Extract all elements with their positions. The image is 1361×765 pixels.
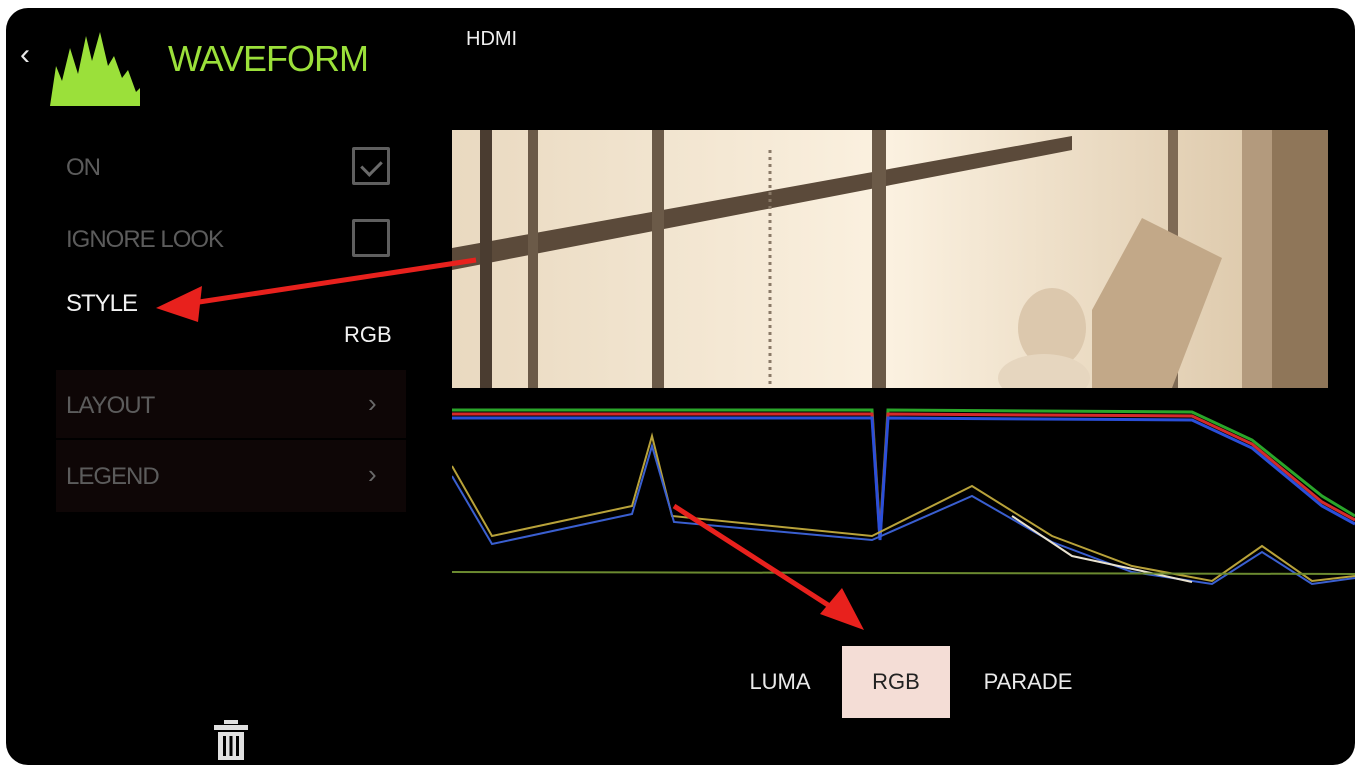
check-icon [360, 154, 383, 177]
chevron-left-icon[interactable]: ‹ [20, 38, 30, 72]
luma-style-button[interactable]: LUMA [734, 646, 826, 718]
page-title: WAVEFORM [168, 38, 369, 79]
legend-label: LEGEND [66, 463, 160, 490]
on-checkbox[interactable] [352, 147, 390, 185]
on-label: ON [66, 154, 101, 181]
chevron-right-icon: › [368, 459, 377, 489]
waveform-logo-icon [50, 32, 140, 106]
layout-label: LAYOUT [66, 392, 155, 419]
source-label: HDMI [466, 28, 518, 50]
style-label[interactable]: STYLE [66, 290, 138, 318]
waveform-settings-screen: ‹ WAVEFORM HDMI ON IGNORE LOOK STYLE RGB… [6, 8, 1355, 765]
parade-style-button[interactable]: PARADE [968, 646, 1088, 718]
trash-icon[interactable] [214, 720, 248, 760]
ignore-look-label: IGNORE LOOK [66, 226, 224, 253]
rgb-style-button[interactable]: RGB [842, 646, 950, 718]
ignore-look-checkbox[interactable] [352, 219, 390, 257]
video-preview [452, 130, 1328, 388]
style-value: RGB [344, 322, 392, 347]
rgb-waveform-display [452, 406, 1355, 586]
chevron-right-icon: › [368, 388, 377, 418]
